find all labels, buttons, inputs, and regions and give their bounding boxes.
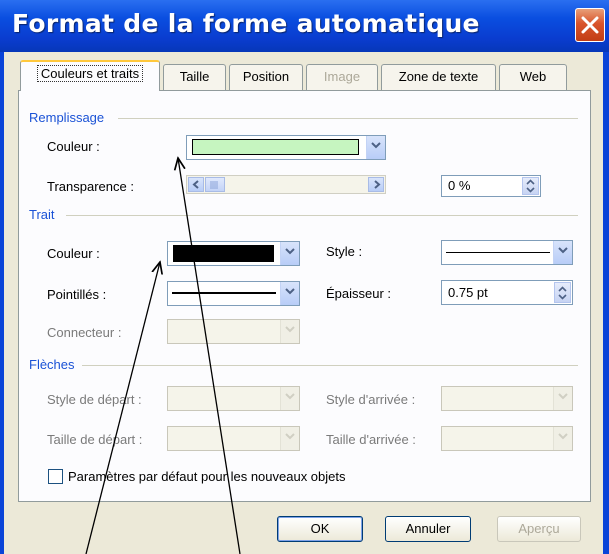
tab-position[interactable]: Position bbox=[229, 64, 303, 90]
tab-label: Couleurs et traits bbox=[36, 65, 144, 82]
begin-style-dropdown[interactable] bbox=[280, 387, 299, 410]
tab-web[interactable]: Web bbox=[499, 64, 567, 90]
default-settings-checkbox[interactable] bbox=[48, 469, 63, 484]
tab-label: Web bbox=[519, 69, 547, 84]
tab-label: Zone de texte bbox=[398, 69, 479, 84]
tab-label: Taille bbox=[179, 69, 210, 84]
begin-size-picker[interactable] bbox=[167, 426, 300, 451]
end-style-dropdown[interactable] bbox=[553, 387, 572, 410]
tab-taille[interactable]: Taille bbox=[163, 64, 226, 90]
line-style-dropdown[interactable] bbox=[553, 241, 572, 264]
line-style-preview bbox=[446, 252, 550, 253]
end-size-picker[interactable] bbox=[441, 426, 573, 451]
slider-thumb[interactable] bbox=[205, 177, 225, 192]
window-frame-right bbox=[603, 52, 609, 554]
spinner-icon bbox=[558, 286, 567, 300]
section-divider bbox=[118, 118, 578, 119]
end-style-picker[interactable] bbox=[441, 386, 573, 411]
arrow-right-icon bbox=[374, 180, 381, 189]
line-style-label: Style : bbox=[326, 244, 363, 259]
transparency-label: Transparence : bbox=[47, 179, 134, 194]
weight-field[interactable]: 0.75 pt bbox=[441, 280, 573, 305]
end-size-dropdown[interactable] bbox=[553, 427, 572, 450]
end-style-label: Style d'arrivée : bbox=[326, 392, 416, 407]
fill-color-dropdown[interactable] bbox=[366, 136, 385, 159]
window-title: Format de la forme automatique bbox=[12, 9, 480, 38]
fill-color-swatch bbox=[192, 139, 359, 155]
chevron-down-icon bbox=[285, 248, 295, 255]
begin-style-label: Style de départ : bbox=[47, 392, 142, 407]
arrow-left-icon bbox=[192, 180, 199, 189]
dash-picker[interactable] bbox=[167, 281, 300, 306]
cancel-button[interactable]: Annuler bbox=[385, 516, 471, 542]
chevron-down-icon bbox=[285, 393, 295, 400]
weight-label: Épaisseur : bbox=[326, 286, 392, 301]
dash-preview bbox=[172, 292, 276, 294]
weight-value: 0.75 pt bbox=[448, 285, 488, 300]
tab-zone-de-texte[interactable]: Zone de texte bbox=[381, 64, 496, 90]
section-divider bbox=[66, 215, 578, 216]
fill-color-picker[interactable] bbox=[186, 135, 386, 160]
connector-label: Connecteur : bbox=[47, 325, 122, 340]
scroll-left-button[interactable] bbox=[188, 177, 204, 192]
window-frame-left bbox=[0, 52, 4, 554]
close-icon bbox=[581, 16, 599, 34]
begin-style-picker[interactable] bbox=[167, 386, 300, 411]
chevron-down-icon bbox=[558, 393, 568, 400]
chevron-down-icon bbox=[558, 433, 568, 440]
ok-button[interactable]: OK bbox=[277, 516, 363, 542]
connector-picker[interactable] bbox=[167, 319, 300, 344]
tab-couleurs-et-traits[interactable]: Couleurs et traits bbox=[20, 60, 160, 91]
tab-label: Image bbox=[323, 69, 361, 84]
begin-size-dropdown[interactable] bbox=[280, 427, 299, 450]
chevron-down-icon bbox=[371, 142, 381, 149]
fill-color-label: Couleur : bbox=[47, 139, 100, 154]
format-autoshape-dialog: Format de la forme automatique Couleurs … bbox=[0, 0, 609, 554]
section-trait: Trait bbox=[29, 207, 55, 222]
connector-dropdown[interactable] bbox=[280, 320, 299, 343]
line-color-label: Couleur : bbox=[47, 246, 100, 261]
chevron-down-icon bbox=[285, 326, 295, 333]
close-button[interactable] bbox=[575, 8, 605, 42]
grip-icon bbox=[210, 181, 218, 189]
line-style-picker[interactable] bbox=[441, 240, 573, 265]
tab-label: Position bbox=[242, 69, 290, 84]
begin-size-label: Taille de départ : bbox=[47, 432, 143, 447]
section-fleches: Flèches bbox=[29, 357, 75, 372]
transparency-percent-field[interactable]: 0 % bbox=[441, 175, 541, 197]
default-settings-label: Paramètres par défaut pour les nouveaux … bbox=[68, 469, 346, 484]
chevron-down-icon bbox=[285, 288, 295, 295]
tab-image[interactable]: Image bbox=[306, 64, 378, 90]
preview-button[interactable]: Aperçu bbox=[497, 516, 581, 542]
title-bar[interactable]: Format de la forme automatique bbox=[0, 0, 609, 52]
weight-spinner[interactable] bbox=[554, 282, 571, 303]
transparency-value: 0 % bbox=[448, 178, 471, 193]
transparency-spinner[interactable] bbox=[522, 177, 539, 195]
line-color-swatch bbox=[173, 245, 274, 262]
chevron-down-icon bbox=[285, 433, 295, 440]
end-size-label: Taille d'arrivée : bbox=[326, 432, 416, 447]
dash-label: Pointillés : bbox=[47, 287, 107, 302]
line-color-picker[interactable] bbox=[167, 241, 300, 266]
section-divider bbox=[82, 365, 578, 366]
chevron-down-icon bbox=[558, 247, 568, 254]
line-color-dropdown[interactable] bbox=[280, 242, 299, 265]
section-remplissage: Remplissage bbox=[29, 110, 105, 125]
dash-dropdown[interactable] bbox=[280, 282, 299, 305]
transparency-slider[interactable] bbox=[186, 175, 386, 194]
spinner-icon bbox=[526, 179, 535, 193]
scroll-right-button[interactable] bbox=[368, 177, 384, 192]
